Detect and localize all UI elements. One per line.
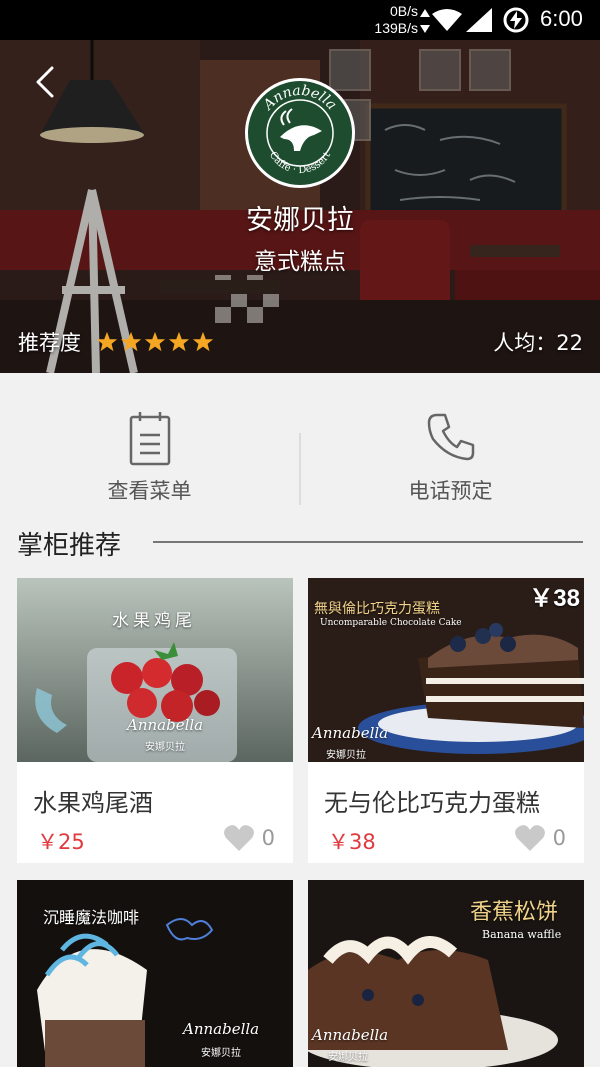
section-divider bbox=[153, 541, 583, 543]
heart-icon[interactable] bbox=[224, 824, 254, 852]
photo-caption: 水果鸡尾 bbox=[112, 611, 196, 631]
heart-icon[interactable] bbox=[515, 824, 545, 852]
product-card[interactable]: 香蕉松饼 Banana waffle Annabella 安娜贝拉 bbox=[308, 880, 584, 1067]
phone-icon bbox=[427, 413, 474, 461]
star-icon bbox=[192, 331, 214, 352]
product-price: ￥38 bbox=[328, 830, 376, 854]
product-name: 水果鸡尾酒 bbox=[33, 789, 153, 817]
cell-signal-icon bbox=[466, 8, 492, 32]
photo-brand-sub: 安娜贝拉 bbox=[326, 750, 366, 761]
product-photo: ￥38 無與倫比巧克力蛋糕 Uncomparable Chocolate Cak… bbox=[308, 578, 584, 762]
like-count: 0 bbox=[552, 826, 566, 850]
phone-reserve-label: 电话预定 bbox=[408, 479, 493, 503]
product-photo: 香蕉松饼 Banana waffle Annabella 安娜贝拉 bbox=[308, 880, 584, 1067]
photo-caption: 香蕉松饼 bbox=[470, 900, 559, 925]
star-icon bbox=[96, 331, 118, 352]
product-card[interactable]: 沉睡魔法咖啡 Annabella 安娜贝拉 bbox=[17, 880, 293, 1067]
rating-label: 推荐度 bbox=[18, 331, 81, 355]
network-speed: 0B/s 139B/s bbox=[374, 3, 418, 37]
shop-category: 意式糕点 bbox=[254, 249, 346, 275]
net-down-speed: 0B/s bbox=[389, 3, 418, 19]
photo-brand-sub: 安娜贝拉 bbox=[201, 1048, 241, 1059]
price-badge: ￥38 bbox=[529, 585, 580, 612]
photo-caption-en: Banana waffle bbox=[482, 928, 562, 941]
photo-brand: Annabella bbox=[183, 1020, 260, 1038]
action-bar: 查看菜单 电话预定 bbox=[0, 373, 600, 510]
section-title: 掌柜推荐 bbox=[17, 531, 122, 561]
back-button[interactable] bbox=[24, 60, 68, 104]
like-count: 0 bbox=[261, 826, 275, 850]
shop-name: 安娜贝拉 bbox=[246, 205, 354, 236]
photo-brand: Annabella bbox=[312, 1026, 389, 1044]
battery-charging-icon bbox=[503, 7, 529, 33]
product-photo: 水果鸡尾 Annabella 安娜贝拉 bbox=[17, 578, 293, 762]
view-menu-button[interactable]: 查看菜单 bbox=[0, 373, 299, 510]
shop-hero: Annabella Caffe · Dessert 安娜贝拉 意式糕点 推荐度 … bbox=[0, 40, 600, 373]
phone-reserve-button[interactable]: 电话预定 bbox=[301, 373, 600, 510]
photo-caption-en: Uncomparable Chocolate Cake bbox=[320, 618, 462, 628]
data-transfer-icon bbox=[420, 9, 430, 33]
photo-caption: 沉睡魔法咖啡 bbox=[43, 908, 140, 927]
rating-stars bbox=[96, 331, 214, 353]
product-photo: 沉睡魔法咖啡 Annabella 安娜贝拉 bbox=[17, 880, 293, 1067]
average-price: 人均：22 bbox=[493, 331, 583, 355]
product-card[interactable]: ￥38 無與倫比巧克力蛋糕 Uncomparable Chocolate Cak… bbox=[308, 578, 584, 863]
status-bar: 0B/s 139B/s 6:00 bbox=[0, 0, 600, 40]
clock: 6:00 bbox=[540, 6, 583, 31]
product-name: 无与伦比巧克力蛋糕 bbox=[324, 789, 540, 817]
annabella-logo: Annabella Caffe · Dessert bbox=[245, 78, 355, 188]
photo-brand-sub: 安娜贝拉 bbox=[328, 1052, 368, 1063]
photo-brand: Annabella bbox=[312, 724, 389, 742]
product-price: ￥25 bbox=[37, 830, 85, 854]
star-icon bbox=[144, 331, 166, 352]
star-icon bbox=[120, 331, 142, 352]
photo-caption: 無與倫比巧克力蛋糕 bbox=[314, 601, 440, 617]
view-menu-label: 查看菜单 bbox=[107, 479, 192, 503]
wifi-icon bbox=[432, 9, 462, 31]
star-icon bbox=[168, 331, 190, 352]
photo-brand: Annabella bbox=[127, 716, 204, 734]
net-up-speed: 139B/s bbox=[374, 20, 418, 36]
photo-brand-sub: 安娜贝拉 bbox=[145, 742, 185, 753]
menu-list-icon bbox=[129, 412, 170, 466]
product-card[interactable]: 水果鸡尾 Annabella 安娜贝拉 水果鸡尾酒 ￥25 0 bbox=[17, 578, 293, 863]
